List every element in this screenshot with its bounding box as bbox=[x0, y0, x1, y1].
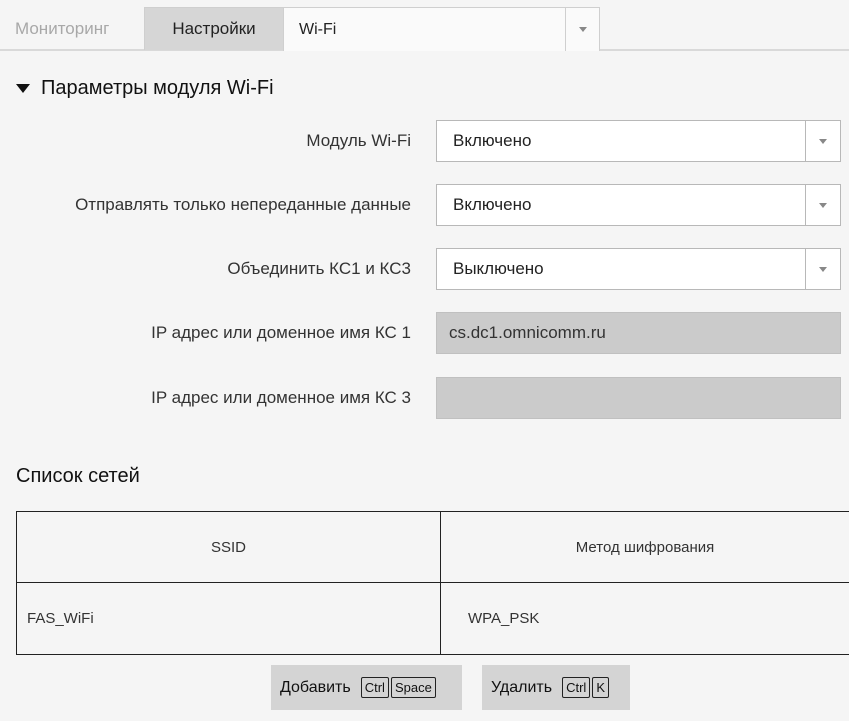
field-row-cs1-address: IP адрес или доменное имя КС 1 cs.dc1.om… bbox=[0, 312, 849, 354]
chevron-down-icon bbox=[819, 266, 827, 272]
settings-page-select[interactable]: Wi-Fi bbox=[283, 7, 600, 51]
field-label-cs1-address: IP адрес или доменное имя КС 1 bbox=[151, 323, 411, 342]
shortcut-key-space: Space bbox=[390, 677, 436, 698]
merge-cs-value: Выключено bbox=[453, 259, 544, 278]
shortcut-key-ctrl: Ctrl bbox=[360, 677, 389, 698]
merge-cs-select[interactable]: Выключено bbox=[436, 248, 841, 290]
chevron-down-icon bbox=[819, 138, 827, 144]
cs1-address-field[interactable]: cs.dc1.omnicomm.ru bbox=[436, 312, 841, 354]
field-row-cs3-address: IP адрес или доменное имя КС 3 bbox=[0, 377, 849, 419]
wifi-module-select-toggle[interactable] bbox=[805, 121, 840, 161]
field-row-wifi-module: Модуль Wi-Fi Включено bbox=[0, 120, 849, 162]
column-header-encryption[interactable]: Метод шифрования bbox=[441, 512, 849, 582]
wifi-section-title: Параметры модуля Wi-Fi bbox=[41, 76, 274, 99]
networks-title: Список сетей bbox=[16, 464, 140, 487]
chevron-down-icon bbox=[819, 202, 827, 208]
send-unsent-only-select-toggle[interactable] bbox=[805, 185, 840, 225]
wifi-section-header[interactable]: Параметры модуля Wi-Fi bbox=[16, 75, 274, 101]
field-row-merge-cs: Объединить КС1 и КС3 Выключено bbox=[0, 248, 849, 290]
send-unsent-only-value: Включено bbox=[453, 195, 532, 214]
delete-button-label: Удалить bbox=[491, 678, 553, 696]
cell-ssid[interactable]: FAS_WiFi bbox=[17, 583, 441, 654]
field-label-merge-cs: Объединить КС1 и КС3 bbox=[227, 259, 411, 278]
add-network-button[interactable]: Добавить Ctrl Space bbox=[271, 665, 462, 710]
settings-page-select-value: Wi-Fi bbox=[299, 20, 337, 38]
wifi-module-select[interactable]: Включено bbox=[436, 120, 841, 162]
add-button-label: Добавить bbox=[280, 678, 351, 696]
field-row-send-unsent-only: Отправлять только непереданные данные Вк… bbox=[0, 184, 849, 226]
field-label-wifi-module: Модуль Wi-Fi bbox=[306, 131, 411, 150]
table-row[interactable]: FAS_WiFi WPA_PSK bbox=[17, 583, 849, 654]
delete-network-button[interactable]: Удалить Ctrl K bbox=[482, 665, 630, 710]
field-label-send-unsent-only: Отправлять только непереданные данные bbox=[75, 195, 411, 214]
field-label-cs3-address: IP адрес или доменное имя КС 3 bbox=[151, 388, 411, 407]
table-header-row: SSID Метод шифрования bbox=[17, 512, 849, 583]
shortcut-key-k: K bbox=[592, 677, 609, 698]
tab-bar: Мониторинг Настройки Wi-Fi bbox=[0, 0, 849, 51]
tab-settings[interactable]: Настройки bbox=[144, 7, 284, 50]
send-unsent-only-select[interactable]: Включено bbox=[436, 184, 841, 226]
merge-cs-select-toggle[interactable] bbox=[805, 249, 840, 289]
tab-monitoring[interactable]: Мониторинг bbox=[15, 7, 109, 50]
cell-encryption[interactable]: WPA_PSK bbox=[441, 583, 849, 654]
caret-down-icon bbox=[16, 83, 30, 93]
shortcut-key-ctrl: Ctrl bbox=[562, 677, 591, 698]
networks-table: SSID Метод шифрования FAS_WiFi WPA_PSK bbox=[16, 511, 849, 655]
cs3-address-field[interactable] bbox=[436, 377, 841, 419]
column-header-ssid[interactable]: SSID bbox=[17, 512, 441, 582]
settings-page-select-toggle[interactable] bbox=[565, 8, 599, 51]
wifi-module-value: Включено bbox=[453, 131, 532, 150]
chevron-down-icon bbox=[578, 27, 587, 32]
